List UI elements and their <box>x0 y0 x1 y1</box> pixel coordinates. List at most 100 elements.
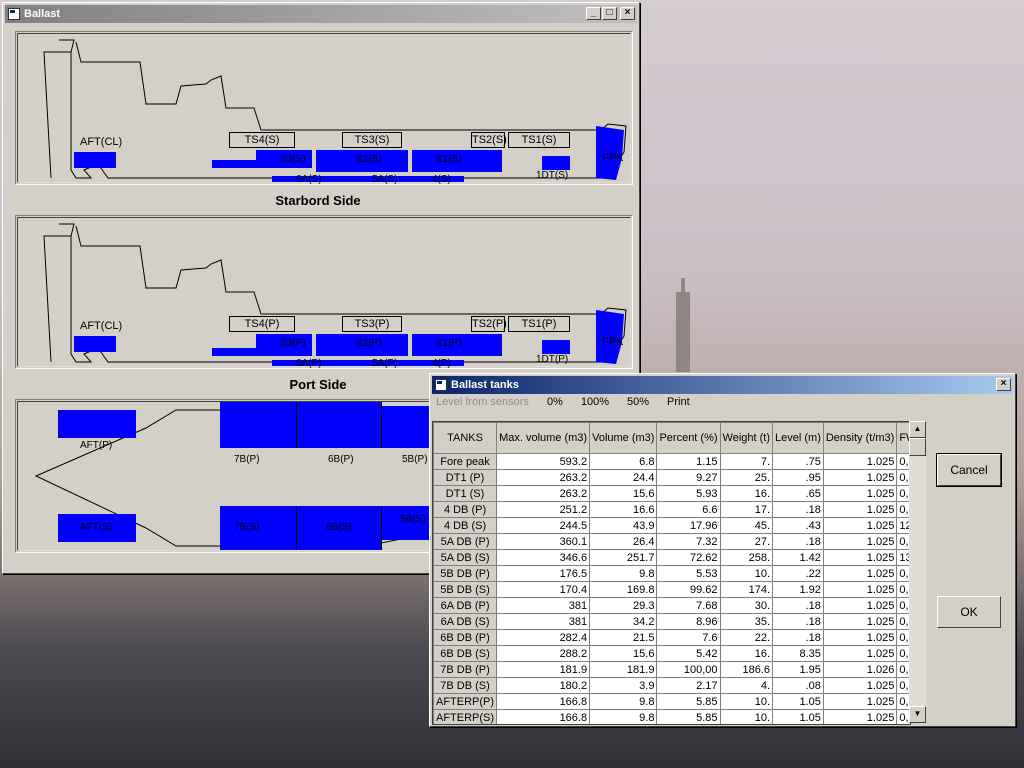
ts4-tank[interactable]: TS4(P) <box>229 316 295 332</box>
table-cell[interactable]: 4. <box>719 677 774 694</box>
table-cell[interactable]: 282.4 <box>496 629 591 646</box>
table-cell[interactable]: 16.6 <box>589 501 658 518</box>
table-cell[interactable]: Fore peak <box>433 453 498 470</box>
table-cell[interactable]: 7B DB (P) <box>433 661 498 678</box>
table-cell[interactable]: 9.8 <box>589 565 658 582</box>
table-cell[interactable]: 186.6 <box>719 661 774 678</box>
table-cell[interactable]: 1.025 <box>822 453 898 470</box>
table-cell[interactable]: 1.05 <box>772 709 824 724</box>
table-row[interactable]: 6A DB (P)38129.37.6830..181.0250,00 <box>433 597 910 614</box>
menu-zero-percent[interactable]: 0% <box>545 396 565 412</box>
table-cell[interactable]: 1.025 <box>822 517 898 534</box>
table-cell[interactable]: 176.5 <box>496 565 591 582</box>
table-cell[interactable]: 360.1 <box>496 533 591 550</box>
table-row[interactable]: 6B DB (S)288.215.65.4216.8.351.0250,00 <box>433 645 910 662</box>
table-cell[interactable]: 5A DB (S) <box>433 549 498 566</box>
table-cell[interactable]: 1.025 <box>822 629 898 646</box>
table-cell[interactable]: 27. <box>719 533 774 550</box>
tanks-grid-scrollbar[interactable]: ▲ ▼ <box>909 421 926 723</box>
table-cell[interactable]: 7.68 <box>656 597 721 614</box>
table-cell[interactable]: 1.025 <box>822 709 898 724</box>
table-cell[interactable]: 1.025 <box>822 549 898 566</box>
table-cell[interactable]: 5B DB (P) <box>433 565 498 582</box>
table-cell[interactable]: 3.9 <box>589 677 658 694</box>
menu-level-from-sensors[interactable]: Level from sensors <box>434 396 531 412</box>
table-cell[interactable]: 9.8 <box>589 709 658 724</box>
table-cell[interactable]: 4 DB (P) <box>433 501 498 518</box>
table-cell[interactable]: 22. <box>719 629 774 646</box>
table-row[interactable]: 4 DB (S)244.543.917.9645..431.0251202.7 <box>433 517 910 534</box>
table-cell[interactable]: 30. <box>719 597 774 614</box>
table-row[interactable]: 6A DB (S)38134.28.9635..181.0250,00 <box>433 613 910 630</box>
table-cell[interactable]: 1.026 <box>822 661 898 678</box>
menu-hundred-percent[interactable]: 100% <box>579 396 611 412</box>
ok-button[interactable]: OK <box>937 596 1001 628</box>
table-cell[interactable]: 1.025 <box>822 485 898 502</box>
maximize-button[interactable]: □ <box>602 7 617 20</box>
table-cell[interactable]: AFTERP(S) <box>433 709 498 724</box>
table-cell[interactable]: 6A DB (P) <box>433 597 498 614</box>
table-cell[interactable]: 10. <box>719 565 774 582</box>
table-row[interactable]: 5B DB (S)170.4169.899.62174.1.921.0250,0… <box>433 581 910 598</box>
table-cell[interactable]: 166.8 <box>496 693 591 710</box>
close-button[interactable]: × <box>620 7 635 20</box>
table-cell[interactable]: 288.2 <box>496 645 591 662</box>
ts1-tank[interactable]: TS1(P) <box>508 316 570 332</box>
table-cell[interactable]: .75 <box>772 453 824 470</box>
table-cell[interactable]: 1.42 <box>772 549 824 566</box>
table-cell[interactable]: .18 <box>772 533 824 550</box>
table-row[interactable]: 5A DB (P)360.126.47.3227..181.0250,00 <box>433 533 910 550</box>
table-cell[interactable]: 263.2 <box>496 485 591 502</box>
table-cell[interactable]: 45. <box>719 517 774 534</box>
menu-print[interactable]: Print <box>665 396 692 412</box>
table-cell[interactable]: 1.025 <box>822 469 898 486</box>
table-cell[interactable]: 244.5 <box>496 517 591 534</box>
table-cell[interactable]: 174. <box>719 581 774 598</box>
table-cell[interactable]: 5.85 <box>656 693 721 710</box>
table-cell[interactable]: 258. <box>719 549 774 566</box>
table-cell[interactable]: 1.05 <box>772 693 824 710</box>
ts4-tank[interactable]: TS4(S) <box>229 132 295 148</box>
minimize-button[interactable]: _ <box>586 7 601 20</box>
table-cell[interactable]: 6.8 <box>589 453 658 470</box>
table-row[interactable]: DT1 (P)263.224.49.2725..951.0250,00 <box>433 469 910 486</box>
table-cell[interactable]: 5.85 <box>656 709 721 724</box>
table-cell[interactable]: 16. <box>719 645 774 662</box>
table-row[interactable]: AFTERP(S)166.89.85.8510.1.051.0250,00 <box>433 709 910 724</box>
table-cell[interactable]: 7.32 <box>656 533 721 550</box>
table-cell[interactable]: 181.9 <box>496 661 591 678</box>
table-cell[interactable]: 72.62 <box>656 549 721 566</box>
table-cell[interactable]: 1.025 <box>822 501 898 518</box>
table-cell[interactable]: 15.6 <box>589 485 658 502</box>
table-cell[interactable]: 9.8 <box>589 693 658 710</box>
ts3-tank[interactable]: TS3(P) <box>342 316 402 332</box>
table-cell[interactable]: 1.025 <box>822 581 898 598</box>
cancel-button[interactable]: Cancel <box>936 453 1002 487</box>
table-row[interactable]: AFTERP(P)166.89.85.8510.1.051.0250,00 <box>433 693 910 710</box>
table-cell[interactable]: .18 <box>772 629 824 646</box>
tanks-grid[interactable]: TANKS Max. volume (m3) Volume (m3) Percent … <box>432 421 911 725</box>
table-cell[interactable]: 7B DB (S) <box>433 677 498 694</box>
table-row[interactable]: 5A DB (S)346.6251.772.62258.1.421.025132… <box>433 549 910 566</box>
table-cell[interactable]: 1.025 <box>822 645 898 662</box>
table-cell[interactable]: 5A DB (P) <box>433 533 498 550</box>
table-cell[interactable]: .22 <box>772 565 824 582</box>
table-cell[interactable]: 6B DB (S) <box>433 645 498 662</box>
table-cell[interactable]: .18 <box>772 501 824 518</box>
table-cell[interactable]: 263.2 <box>496 469 591 486</box>
table-row[interactable]: Fore peak593.26.81.157..751.0250,00 <box>433 453 910 470</box>
table-cell[interactable]: 4 DB (S) <box>433 517 498 534</box>
table-cell[interactable]: 381 <box>496 597 591 614</box>
table-cell[interactable]: 9.27 <box>656 469 721 486</box>
ballast-titlebar[interactable]: Ballast _ □ × <box>5 5 637 23</box>
table-row[interactable]: 4 DB (P)251.216.66.617..181.0250,00 <box>433 501 910 518</box>
table-row[interactable]: 5B DB (P)176.59.85.5310..221.0250,00 <box>433 565 910 582</box>
table-cell[interactable]: 1.92 <box>772 581 824 598</box>
table-cell[interactable]: 10. <box>719 709 774 724</box>
table-row[interactable]: 6B DB (P)282.421.57.622..181.0250,00 <box>433 629 910 646</box>
table-cell[interactable]: 24.4 <box>589 469 658 486</box>
menu-fifty-percent[interactable]: 50% <box>625 396 651 412</box>
table-cell[interactable]: 381 <box>496 613 591 630</box>
table-cell[interactable]: 1.025 <box>822 677 898 694</box>
ts2-tank[interactable]: TS2(P) <box>471 316 507 332</box>
